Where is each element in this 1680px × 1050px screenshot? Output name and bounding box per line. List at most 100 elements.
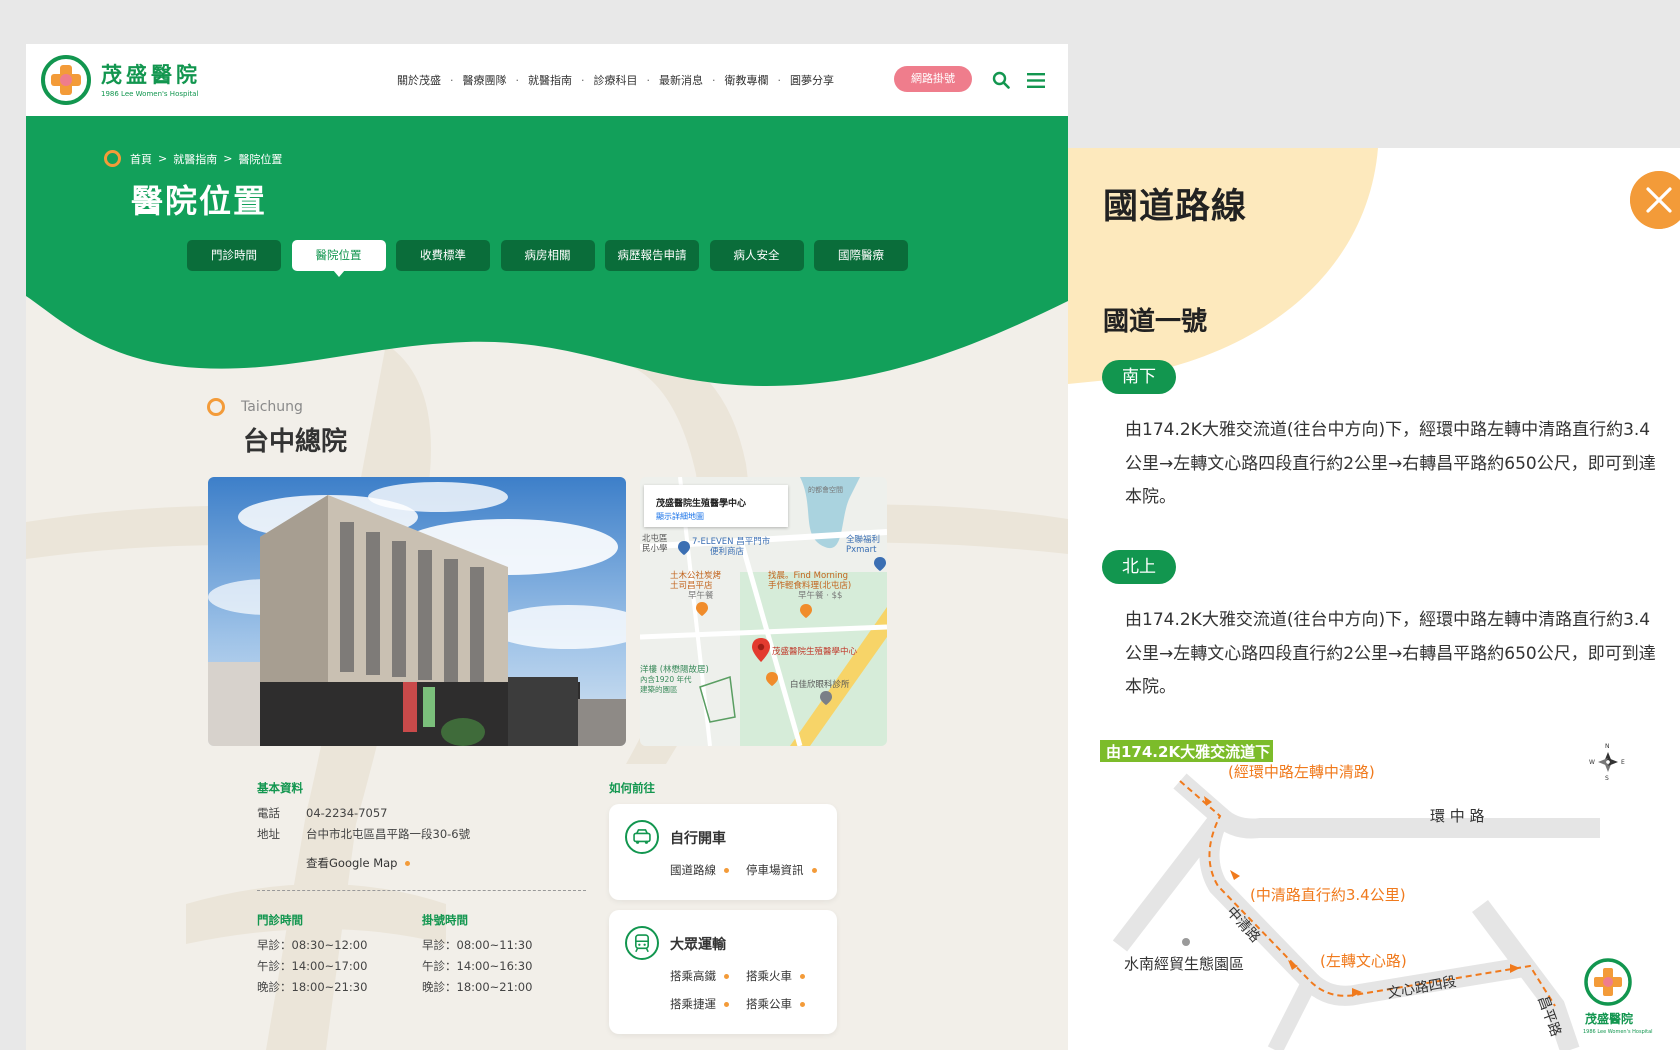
site-header: 茂盛醫院 1986 Lee Women's Hospital 關於茂盛 · 醫療…: [26, 44, 1068, 116]
site-logo[interactable]: 茂盛醫院 1986 Lee Women's Hospital: [40, 54, 201, 106]
parking-info-link[interactable]: 停車場資訊: [746, 862, 817, 878]
logo-subtitle: 1986 Lee Women's Hospital: [101, 89, 199, 98]
tab-fees[interactable]: 收費標準: [396, 240, 490, 271]
nav-health-column[interactable]: 衛教專欄: [725, 72, 769, 88]
drive-card: 自行開車 國道路線 停車場資訊: [609, 804, 837, 900]
tab-clinic-hours[interactable]: 門診時間: [187, 240, 281, 271]
address-label: 地址: [257, 827, 280, 841]
hamburger-menu-icon[interactable]: [1027, 73, 1045, 88]
location-subtitle: Taichung: [207, 398, 303, 416]
tab-medical-records[interactable]: 病歷報告申請: [605, 240, 699, 271]
map-label-top: 的都會空間: [808, 486, 843, 494]
southbound-text: 由174.2K大雅交流道(往台中方向)下，經環中路左轉中清路直行約3.4公里→左…: [1125, 420, 1656, 507]
how-to-heading: 如何前往: [609, 781, 655, 795]
nav-guide[interactable]: 就醫指南: [528, 72, 572, 88]
reg-hours-evening: 晚診：18:00~21:00: [422, 980, 533, 994]
nav-about[interactable]: 關於茂盛: [397, 72, 441, 88]
nav-stories[interactable]: 圓夢分享: [790, 72, 834, 88]
map-label-tumu: 土木公社炭烤 土司昌平店 早午餐: [670, 571, 722, 601]
reg-hours-morning: 早診：08:00~11:30: [422, 938, 533, 952]
place-title: 茂盛醫院生殖醫學中心: [656, 499, 747, 509]
mrt-link[interactable]: 搭乘捷運: [670, 996, 729, 1012]
clinic-hours-list: 早診：08:30~12:00 午診：14:00~17:00 晚診：18:00~2…: [257, 935, 367, 998]
breadcrumb-home[interactable]: 首頁: [130, 151, 152, 167]
page-title: 醫院位置: [131, 182, 268, 220]
nav-separator: ·: [646, 73, 651, 87]
restaurant-pin-icon: [800, 604, 812, 618]
route-map: 由174.2K大雅交流道下 (經環中路左轉中清路) 環 中 路 (中清路直行約3…: [1100, 740, 1653, 1050]
exit-label: 由174.2K大雅交流道下: [1106, 743, 1270, 761]
nav-separator: ·: [450, 73, 454, 87]
clinic-hours-afternoon: 午診：14:00~17:00: [257, 959, 368, 973]
breadcrumb-separator: >: [223, 152, 233, 165]
reg-hours-heading: 掛號時間: [422, 913, 468, 927]
breadcrumb: 首頁 > 就醫指南 > 醫院位置: [104, 150, 282, 167]
map-label-find-morning: 找晨。Find Morning 手作輕食料理(北屯店) 早午餐 · $$: [768, 571, 852, 601]
search-icon[interactable]: [992, 71, 1010, 89]
northbound-label: 北上: [1102, 550, 1176, 584]
tab-patient-safety[interactable]: 病人安全: [709, 240, 804, 271]
hospital-logo-icon: [1584, 958, 1632, 1006]
hospital-page: 茂盛醫院 1986 Lee Women's Hospital 關於茂盛 · 醫療…: [26, 44, 1068, 1050]
transit-title: 大眾運輸: [670, 937, 726, 953]
hospital-logo-icon: [41, 55, 91, 105]
map-label-school: 北屯區 民小學: [642, 534, 668, 554]
close-button[interactable]: [1630, 171, 1680, 229]
svg-text:S: S: [1605, 775, 1609, 782]
clinic-hours-morning: 早診：08:30~12:00: [257, 938, 368, 952]
clinic-pin-icon: [820, 691, 832, 705]
nav-news[interactable]: 最新消息: [659, 72, 703, 88]
svg-text:W: W: [1589, 759, 1595, 766]
clinic-hours-heading: 門診時間: [257, 913, 303, 927]
map-logo-subtitle: 1986 Lee Women's Hospital: [1583, 1029, 1653, 1035]
nav-separator: ·: [777, 73, 782, 87]
address-row: 地址 台中市北屯區昌平路一段30-6號: [257, 826, 470, 842]
map-pin-icon[interactable]: [752, 638, 770, 662]
dot-icon: [405, 861, 411, 866]
nav-separator: ·: [515, 73, 520, 87]
phone-label: 電話: [257, 806, 280, 820]
map-label-yang: 洋樓 (林懋陽故居) 內含1920 年代 建築的園區: [640, 665, 709, 694]
phone-row: 電話 04-2234-7057: [257, 805, 387, 821]
shop-pin-icon: [874, 557, 886, 571]
location-name-en: Taichung: [241, 399, 303, 415]
breadcrumb-separator: >: [158, 152, 168, 165]
train-link[interactable]: 搭乘火車: [746, 968, 805, 984]
map-detail-link[interactable]: 顯示詳細地圖: [656, 511, 704, 522]
note-wenxin: (左轉文心路): [1320, 952, 1407, 970]
nav-team[interactable]: 醫療團隊: [463, 72, 507, 88]
breadcrumb-guide[interactable]: 就醫指南: [173, 151, 217, 167]
section-tabs: 門診時間 醫院位置 收費標準 病房相關 病歷報告申請 病人安全 國際醫療: [187, 240, 919, 277]
nav-separator: ·: [712, 73, 716, 87]
phone-value[interactable]: 04-2234-7057: [306, 806, 387, 820]
map-label-7eleven: 7-ELEVEN 昌平門市 便利商店: [692, 537, 771, 557]
logo-name: 茂盛醫院: [101, 62, 201, 87]
nav-departments[interactable]: 診療科目: [594, 72, 638, 88]
basic-info-heading: 基本資料: [257, 781, 303, 795]
clinic-hours-evening: 晚診：18:00~21:30: [257, 980, 368, 994]
bus-link[interactable]: 搭乘公車: [746, 996, 805, 1012]
tab-international[interactable]: 國際醫療: [814, 240, 908, 271]
divider: [257, 890, 586, 891]
svg-text:E: E: [1621, 759, 1625, 766]
ring-icon: [207, 398, 225, 416]
google-map[interactable]: 茂盛醫院生殖醫學中心 顯示詳細地圖 北屯區 民小學 7-ELEVEN 昌平門市 便利…: [640, 477, 887, 746]
tab-location[interactable]: 醫院位置: [291, 240, 386, 277]
highway-route-link[interactable]: 國道路線: [670, 862, 729, 878]
nav-separator: ·: [581, 73, 585, 87]
google-map-link[interactable]: 查看Google Map: [306, 855, 411, 871]
tab-wards[interactable]: 病房相關: [500, 240, 595, 271]
breadcrumb-dot-icon: [104, 150, 121, 167]
landmark-label: 水南經貿生態園區: [1124, 955, 1244, 973]
compass-icon: N S W E: [1589, 743, 1625, 782]
restaurant-pin-icon: [696, 602, 708, 616]
train-icon: [625, 926, 659, 960]
transit-card: 大眾運輸 搭乘高鐵 搭乘火車 搭乘捷運 搭乘公車: [609, 910, 837, 1034]
main-nav: 關於茂盛 · 醫療團隊 · 就醫指南 · 診療科目 · 最新消息 · 衛教專欄 …: [397, 72, 834, 88]
southbound-label: 南下: [1102, 360, 1176, 394]
place-info-box: 茂盛醫院生殖醫學中心 顯示詳細地圖: [644, 485, 788, 527]
online-register-button[interactable]: 網路掛號: [894, 66, 972, 92]
highway-route-panel: 國道路線 國道一號 南下 由174.2K大雅交流道(往台中方向)下，經環中路左轉…: [1068, 148, 1680, 1050]
hsr-link[interactable]: 搭乘高鐵: [670, 968, 729, 984]
northbound-text: 由174.2K大雅交流道(往台中方向)下，經環中路左轉中清路直行約3.4公里→左…: [1125, 610, 1656, 697]
